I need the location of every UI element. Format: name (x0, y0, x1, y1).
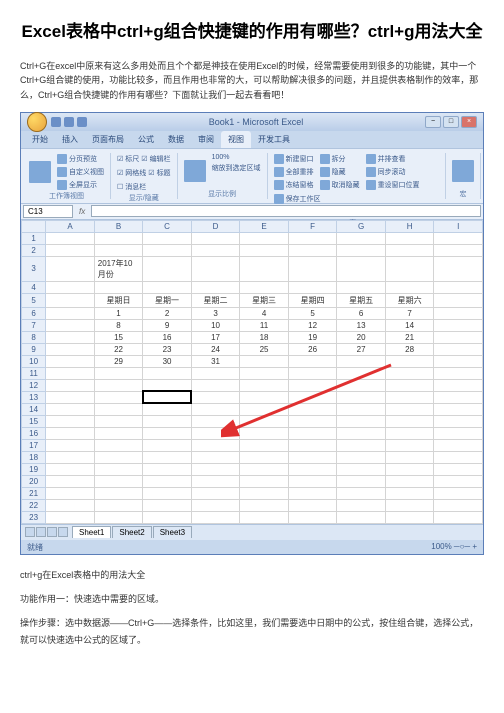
icon (320, 180, 330, 190)
tab: 页面布局 (85, 131, 131, 148)
tab: 审阅 (191, 131, 221, 148)
window-controls: −□× (425, 116, 477, 128)
fx-icon: fx (73, 207, 91, 216)
body-text: ctrl+g在Excel表格中的用法大全 (20, 567, 484, 583)
intro-text: Ctrl+G在excel中原来有这么多用处而且个个都是神技在使用Excel的时候… (20, 59, 484, 102)
page-title: Excel表格中ctrl+g组合快捷键的作用有哪些？ctrl+g用法大全 (20, 20, 484, 44)
tab-active: 视图 (221, 131, 251, 148)
icon (320, 154, 330, 164)
zoom-icon (184, 160, 206, 182)
minimize-icon: − (425, 116, 441, 128)
nav-prev-icon (36, 527, 46, 537)
status-bar: 就绪 100% ─○─ + (21, 540, 483, 554)
selected-cell (143, 391, 192, 403)
window-title: Book1 - Microsoft Excel (209, 117, 304, 127)
icon (57, 180, 67, 190)
nav-last-icon (58, 527, 68, 537)
nav-next-icon (47, 527, 57, 537)
nav-first-icon (25, 527, 35, 537)
body-text: 功能作用一：快速选中需要的区域。 (20, 591, 484, 607)
titlebar: Book1 - Microsoft Excel −□× (21, 113, 483, 131)
sheet-tab: Sheet3 (153, 526, 192, 538)
icon (274, 154, 284, 164)
close-icon: × (461, 116, 477, 128)
excel-screenshot: Book1 - Microsoft Excel −□× 开始 插入 页面布局 公… (20, 112, 484, 555)
ribbon: 分页预览 自定义视图 全屏显示 工作簿视图 ☑标尺 ☑编辑栏 ☑网格线 ☑标题 … (21, 148, 483, 204)
maximize-icon: □ (443, 116, 459, 128)
office-button-icon (27, 112, 47, 132)
macro-icon (452, 160, 474, 182)
icon (274, 194, 284, 204)
body-text: 操作步骤：选中数据源——Ctrl+G——选择条件，比如这里，我们需要选中日期中的… (20, 615, 484, 647)
tab: 开始 (25, 131, 55, 148)
icon (274, 180, 284, 190)
icon (366, 180, 376, 190)
tab: 数据 (161, 131, 191, 148)
icon (366, 154, 376, 164)
icon (57, 167, 67, 177)
icon (366, 167, 376, 177)
tab: 开发工具 (251, 131, 297, 148)
sheet-tabs: Sheet1 Sheet2 Sheet3 (21, 524, 483, 540)
icon (274, 167, 284, 177)
tab: 公式 (131, 131, 161, 148)
quick-access-toolbar (51, 117, 87, 127)
tab: 插入 (55, 131, 85, 148)
ribbon-tabs: 开始 插入 页面布局 公式 数据 审阅 视图 开发工具 (21, 131, 483, 148)
sheet-tab: Sheet1 (72, 526, 111, 538)
formula-input (91, 205, 481, 217)
name-box: C13 (23, 205, 73, 218)
icon (57, 154, 67, 164)
icon (320, 167, 330, 177)
sheet-tab: Sheet2 (112, 526, 151, 538)
worksheet: ABCDEFGHI 1 2 32017年10月份 4 5星期日星期一星期二星期三… (21, 220, 483, 524)
normal-view-icon (29, 161, 51, 183)
